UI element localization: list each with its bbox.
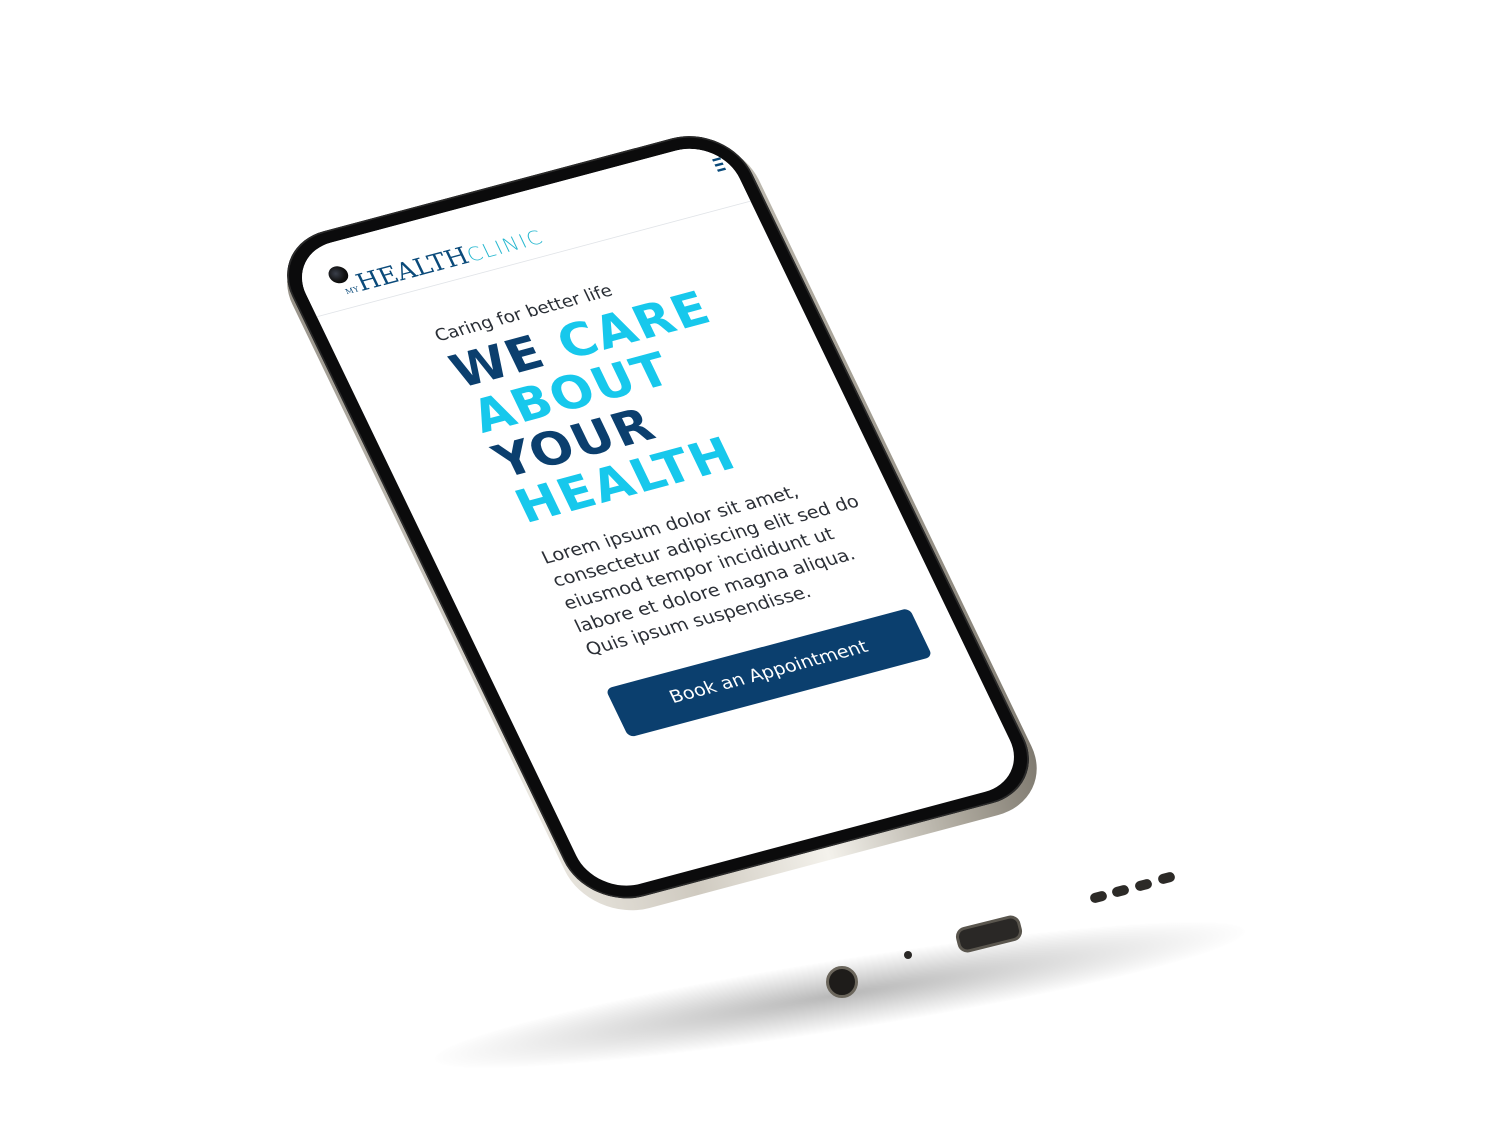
hero-section: Caring for better life WE CARE ABOUT YOU…	[431, 244, 940, 738]
logo-secondary: CLINIC	[462, 225, 548, 267]
logo-primary: HEALTH	[351, 242, 474, 298]
phone-screen: MY HEALTH CLINIC Caring for better life	[286, 138, 1030, 896]
menu-icon-bar	[711, 157, 722, 162]
menu-icon-bar	[716, 167, 727, 172]
phone-wrapper: MY HEALTH CLINIC Caring for better life	[0, 0, 1500, 1125]
menu-icon[interactable]	[711, 157, 727, 172]
device-mockup-scene: MY HEALTH CLINIC Caring for better life	[0, 0, 1500, 1125]
site-logo[interactable]: MY HEALTH CLINIC	[335, 217, 548, 299]
phone-device: MY HEALTH CLINIC Caring for better life	[266, 123, 1057, 924]
menu-icon-bar	[714, 162, 724, 167]
phone-bezel: MY HEALTH CLINIC Caring for better life	[268, 123, 1049, 912]
